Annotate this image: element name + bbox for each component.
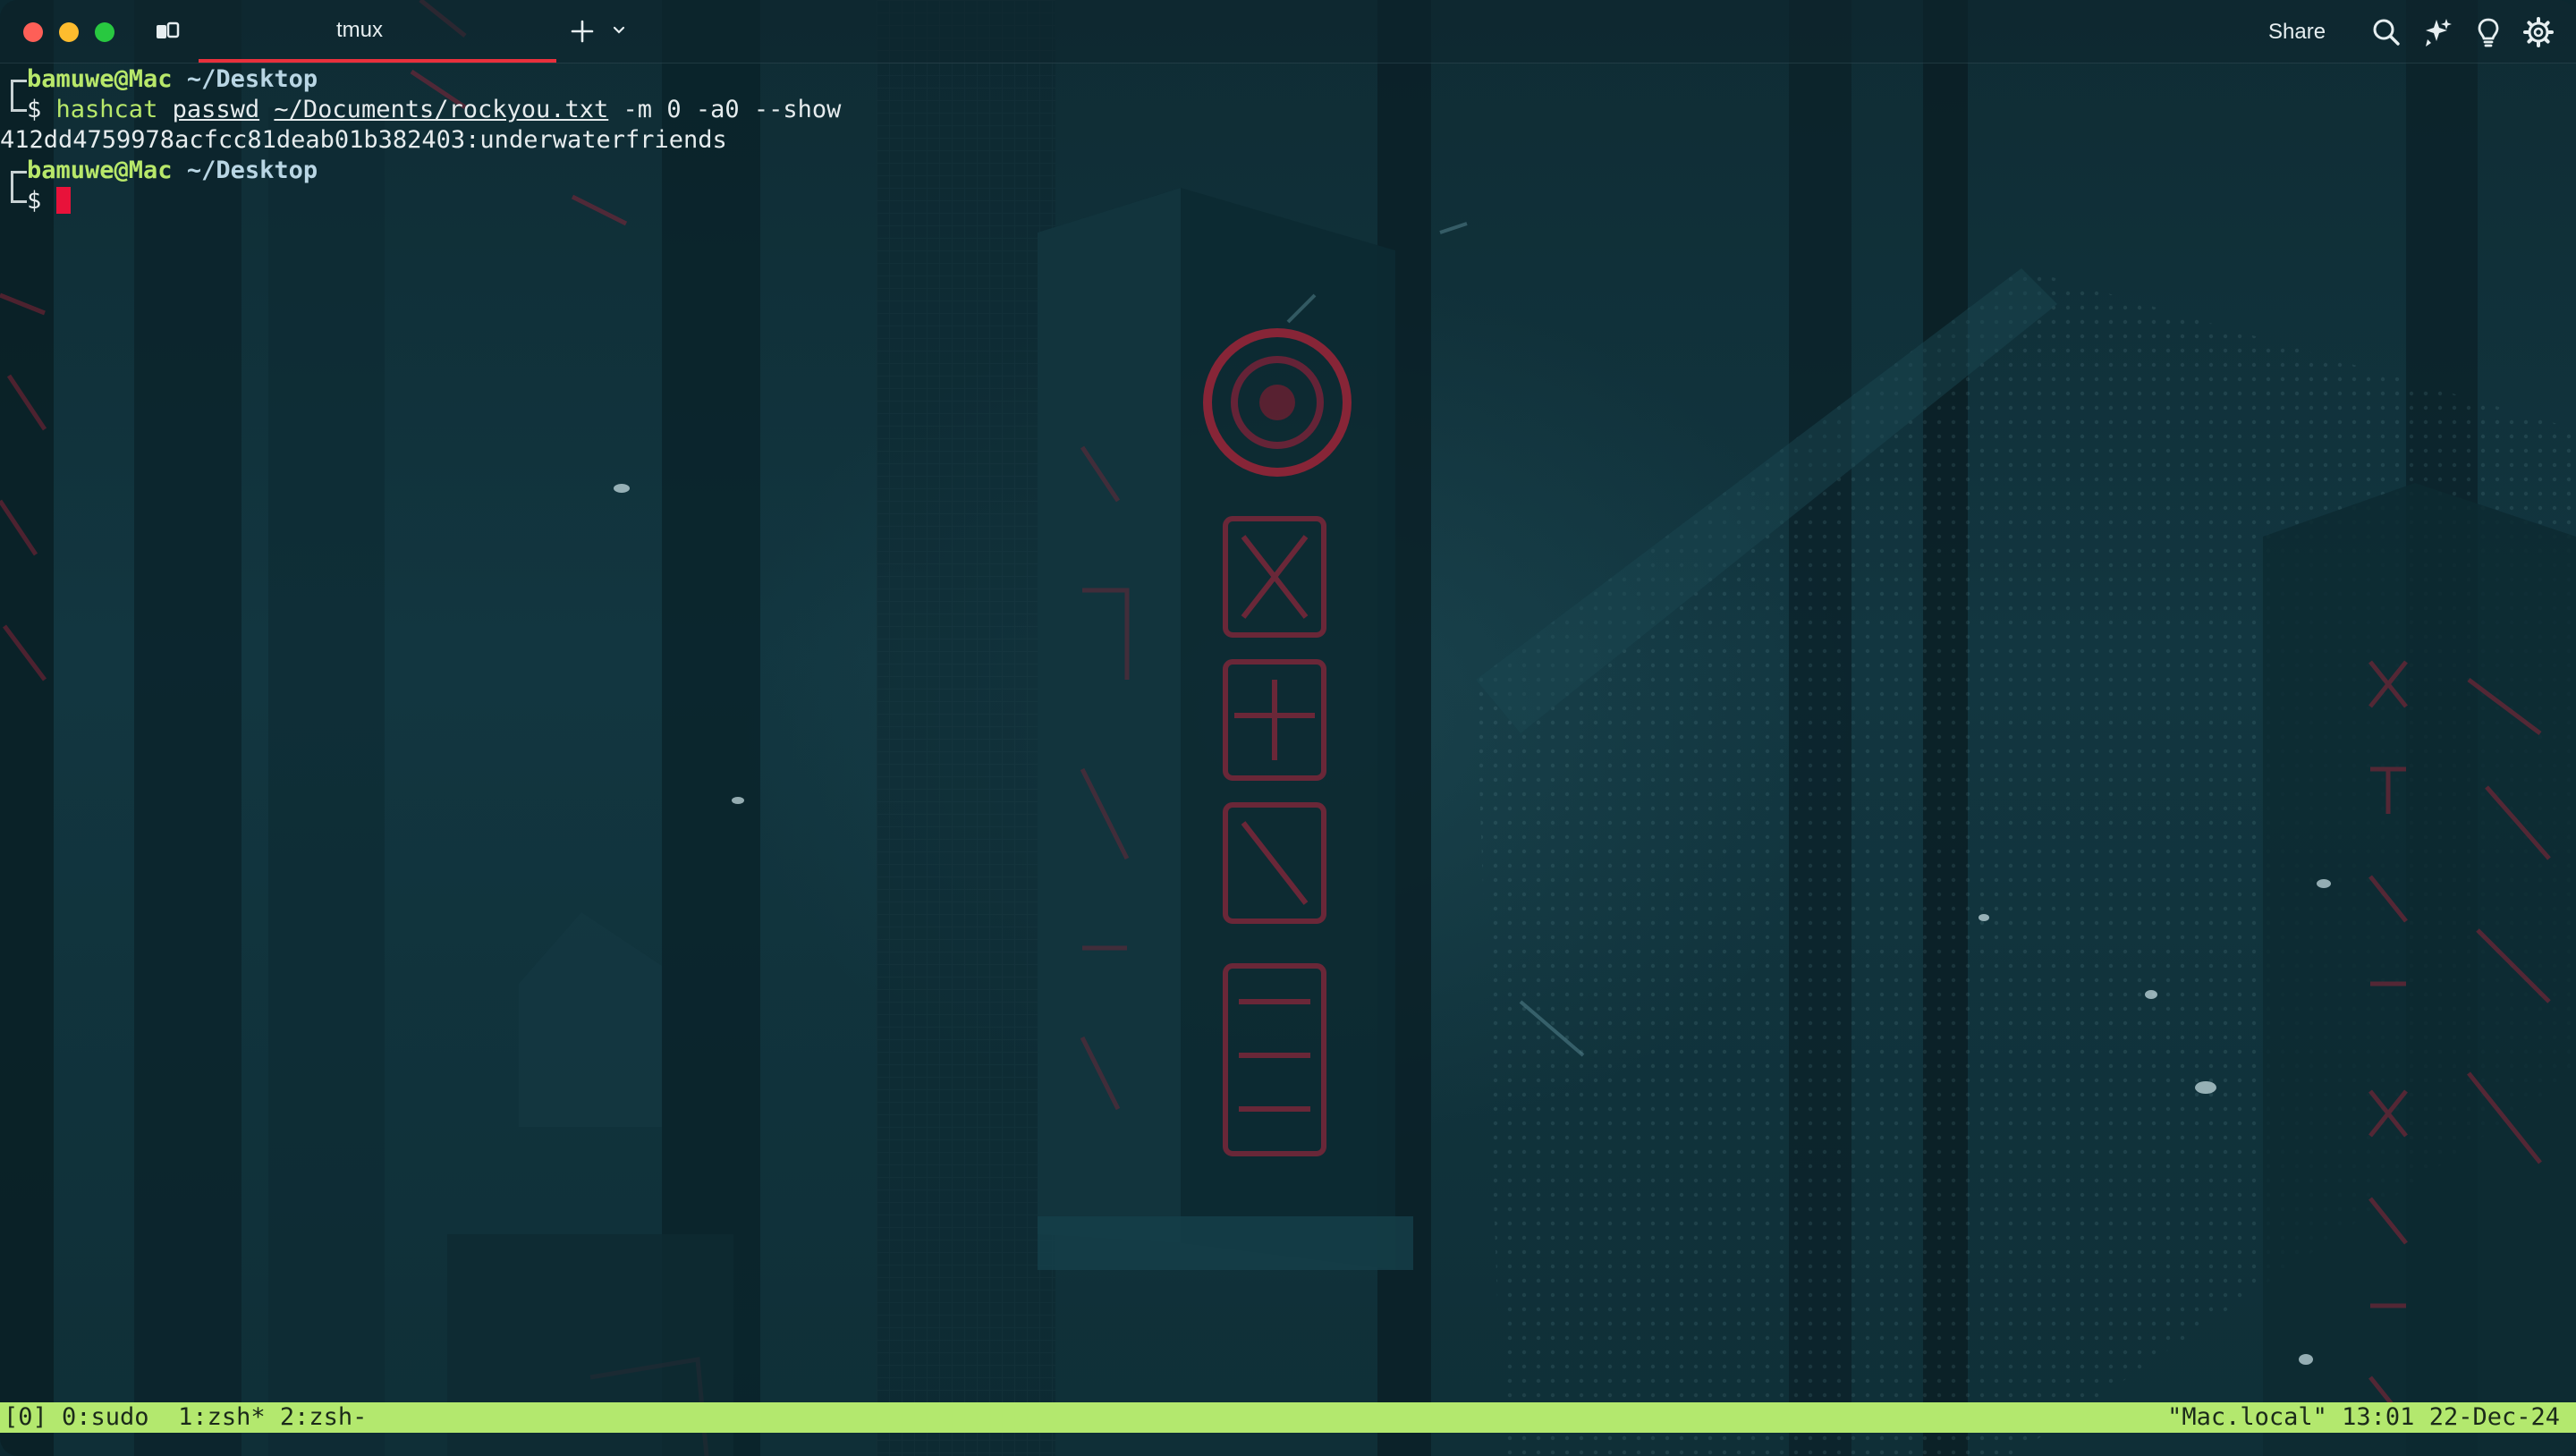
- lightbulb-icon: [2478, 18, 2499, 47]
- prompt-header-line: bamuwe@Mac ~/Desktop: [0, 156, 2576, 186]
- command-name: hashcat: [55, 96, 158, 123]
- tmux-status-bar: [0] 0:sudo 1:zsh* 2:zsh- "Mac.local" 13:…: [0, 1402, 2576, 1433]
- plus-icon: [571, 20, 594, 43]
- ai-assistant-button[interactable]: [2422, 16, 2454, 48]
- prompt-corner-glyph: [0, 186, 27, 216]
- maximize-window-button[interactable]: [95, 22, 114, 42]
- wallpaper-background: [0, 0, 2576, 1456]
- prompt-symbol: $: [27, 96, 42, 123]
- title-bar: tmux Share: [0, 0, 2576, 63]
- command-options: -m 0 -a0 --show: [623, 96, 842, 123]
- gear-icon: [2523, 17, 2554, 47]
- search-button[interactable]: [2370, 16, 2402, 48]
- tips-button[interactable]: [2472, 16, 2504, 48]
- command-arg-hashfile: passwd: [172, 96, 260, 123]
- new-tab-button[interactable]: [569, 18, 596, 45]
- prompt-user: bamuwe@Mac: [27, 65, 173, 93]
- command-output-line: 412dd4759978acfcc81deab01b382403:underwa…: [0, 126, 727, 154]
- prompt-corner-glyph: [0, 64, 27, 95]
- sidebar-icon: [157, 21, 180, 38]
- tab-dropdown-button[interactable]: [610, 23, 628, 38]
- search-icon: [2373, 19, 2400, 46]
- sidebar-toggle-button[interactable]: [154, 21, 181, 42]
- tmux-window-list[interactable]: [0] 0:sudo 1:zsh* 2:zsh-: [4, 1402, 367, 1433]
- settings-button[interactable]: [2522, 16, 2555, 48]
- active-tab-indicator: [199, 59, 556, 63]
- prompt-cwd: ~/Desktop: [186, 65, 318, 93]
- close-window-button[interactable]: [23, 22, 43, 42]
- input-line[interactable]: $: [0, 186, 2576, 216]
- share-button[interactable]: Share: [2268, 20, 2326, 45]
- minimize-window-button[interactable]: [59, 22, 79, 42]
- prompt-corner-glyph: [0, 156, 27, 186]
- prompt-header-line: bamuwe@Mac ~/Desktop: [0, 64, 2576, 95]
- command-line: $ hashcat passwd ~/Documents/rockyou.txt…: [0, 95, 2576, 125]
- prompt-user: bamuwe@Mac: [27, 157, 173, 184]
- chevron-down-icon: [613, 26, 625, 34]
- prompt-corner-glyph: [0, 95, 27, 125]
- prompt-cwd: ~/Desktop: [186, 157, 318, 184]
- tmux-host-clock: "Mac.local" 13:01 22-Dec-24: [2167, 1403, 2560, 1431]
- prompt-symbol: $: [27, 187, 42, 215]
- terminal-output[interactable]: bamuwe@Mac ~/Desktop $ hashcat passwd ~/…: [0, 64, 2576, 216]
- sparkles-icon: [2426, 19, 2452, 47]
- tab-label: tmux: [335, 18, 383, 42]
- text-cursor: [55, 187, 71, 214]
- terminal-window: tmux Share bamuwe@Mac ~/Desktop $ hashca…: [0, 0, 2576, 1456]
- tab-tmux[interactable]: tmux: [199, 0, 556, 63]
- command-arg-wordlist: ~/Documents/rockyou.txt: [274, 96, 609, 123]
